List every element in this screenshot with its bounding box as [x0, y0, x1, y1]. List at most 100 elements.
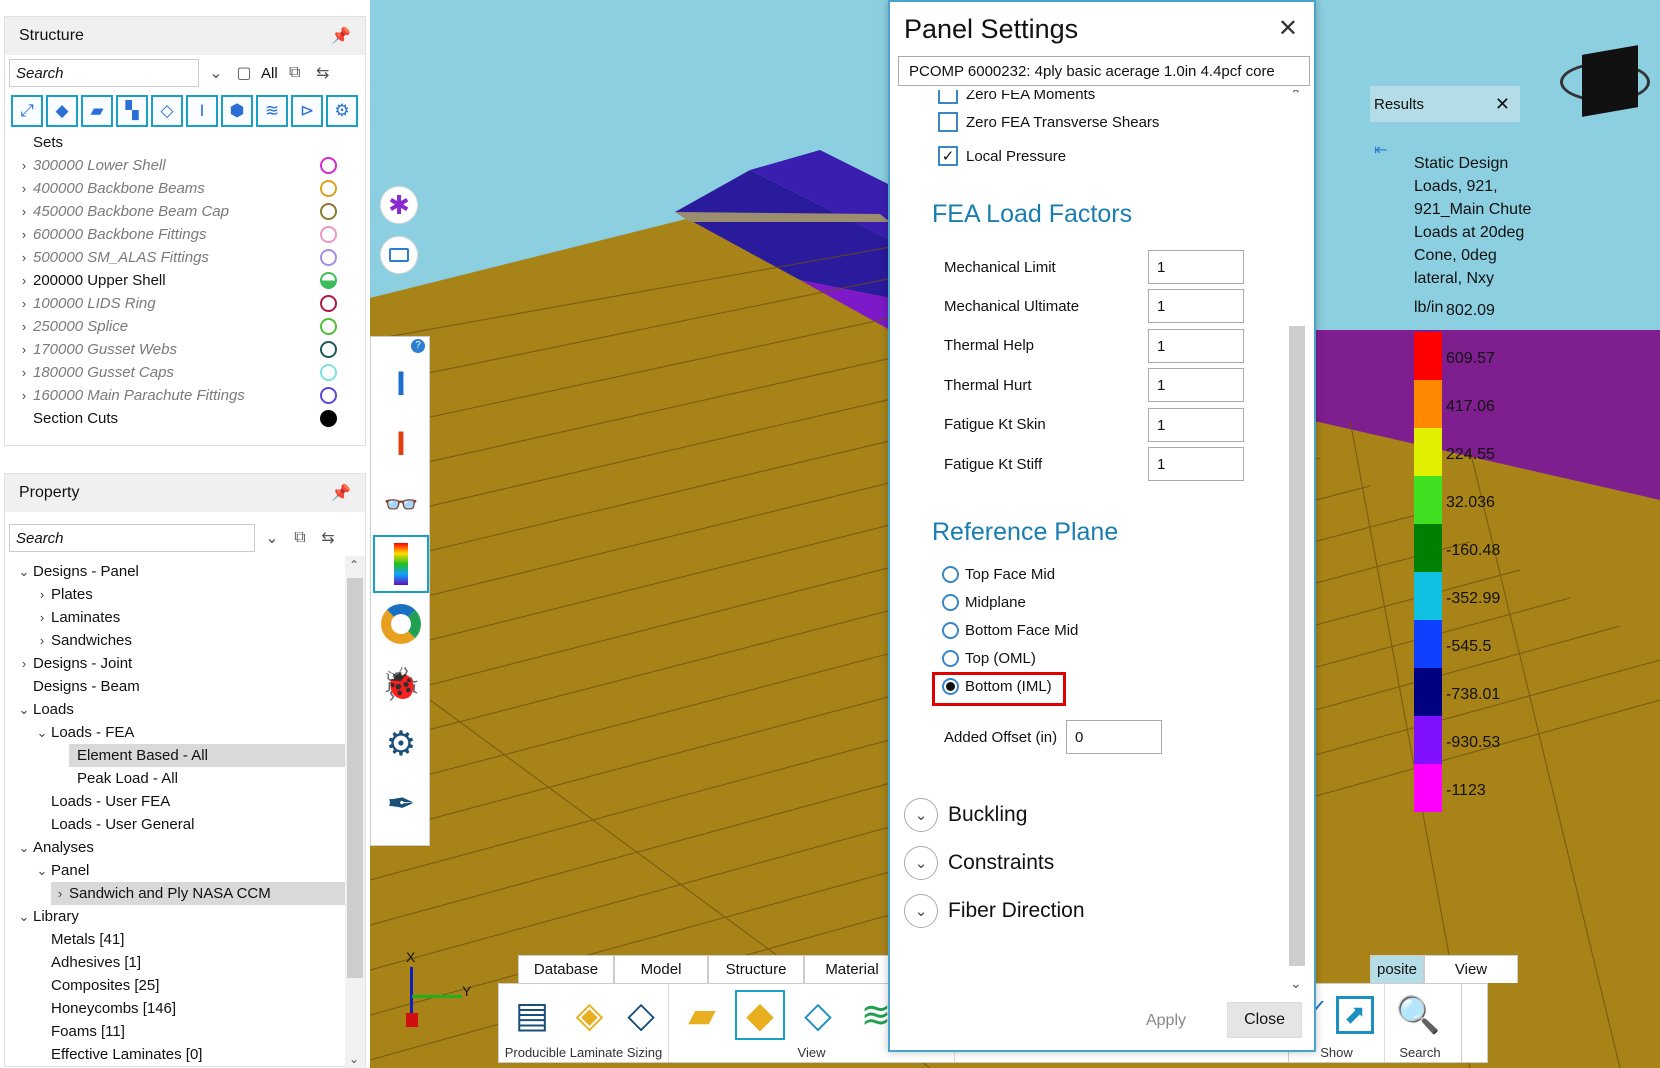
set-row[interactable]: › 200000 Upper Shell — [15, 269, 365, 292]
property-search-input[interactable]: Search — [9, 524, 255, 552]
radio-button[interactable] — [942, 566, 959, 583]
load-factor-input[interactable]: 1 — [1148, 447, 1244, 481]
tree-loads-user-general[interactable]: Loads - User General — [15, 813, 365, 836]
all-filter-label[interactable]: All — [261, 65, 278, 82]
radio-button[interactable] — [942, 650, 959, 667]
scroll-down-icon[interactable]: ⌄ — [349, 1052, 359, 1066]
chevron-down-icon[interactable]: ⌄ — [904, 894, 938, 928]
chevron-down-icon[interactable]: ⌄ — [261, 528, 283, 548]
rectangle-select-icon[interactable] — [380, 236, 418, 274]
sets-root[interactable]: Sets — [15, 131, 365, 154]
reference-plane-option[interactable]: Midplane — [942, 594, 1026, 611]
tree-loads[interactable]: ⌄ Loads — [15, 698, 365, 721]
layers-tool-icon[interactable]: ≋ — [256, 95, 288, 127]
scroll-up-icon[interactable]: ⌃ — [349, 558, 359, 572]
cube-filter-icon[interactable]: ▢ — [233, 63, 255, 83]
tree-adhesives[interactable]: Adhesives [1] — [15, 951, 365, 974]
chevron-right-icon[interactable]: › — [15, 365, 33, 380]
chevron-right-icon[interactable]: › — [15, 204, 33, 219]
set-row[interactable]: › 300000 Lower Shell — [15, 154, 365, 177]
tree-sandwiches[interactable]: › Sandwiches — [15, 629, 365, 652]
set-row[interactable]: › 100000 LIDS Ring — [15, 292, 365, 315]
scroll-down-icon[interactable]: ⌄ — [1290, 975, 1302, 990]
load-factor-input[interactable]: 1 — [1148, 407, 1244, 442]
dialog-scroll-thumb[interactable] — [1289, 326, 1305, 966]
chevron-right-icon[interactable]: › — [15, 296, 33, 311]
set-color-icon[interactable] — [320, 203, 337, 220]
set-row[interactable]: › 600000 Backbone Fittings — [15, 223, 365, 246]
collapsed-section[interactable]: ⌄ Buckling — [904, 798, 1027, 832]
tree-element-based-all[interactable]: Element Based - All — [69, 744, 345, 767]
checkbox-row[interactable]: Zero FEA Moments — [938, 90, 1095, 104]
checkbox[interactable] — [938, 112, 958, 132]
ribbon-tab[interactable]: Database — [518, 955, 614, 983]
set-row[interactable]: › 500000 SM_ALAS Fittings — [15, 246, 365, 269]
set-color-icon[interactable] — [320, 226, 337, 243]
set-row[interactable]: › 400000 Backbone Beams — [15, 177, 365, 200]
set-color-icon[interactable] — [320, 387, 337, 404]
checkbox[interactable] — [938, 90, 958, 104]
tree-loads-fea[interactable]: ⌄ Loads - FEA — [15, 721, 365, 744]
section-cuts-row[interactable]: Section Cuts — [15, 407, 365, 430]
reference-plane-option[interactable]: Bottom Face Mid — [942, 622, 1078, 639]
ribbon-tab[interactable]: Structure — [708, 955, 804, 983]
set-color-icon[interactable] — [320, 249, 337, 266]
tree-panel[interactable]: ⌄ Panel — [15, 859, 365, 882]
ribbon-tab[interactable]: View — [1424, 955, 1518, 983]
chevron-down-icon[interactable]: ⌄ — [904, 798, 938, 832]
radio-button[interactable] — [942, 622, 959, 639]
asterisk-tool-icon[interactable]: ✱ — [380, 186, 418, 224]
laminate-sizing-icon[interactable]: ▤ — [507, 990, 557, 1040]
search-icon[interactable]: 🔍 — [1393, 990, 1443, 1040]
tree-analyses[interactable]: ⌄ Analyses — [15, 836, 365, 859]
help-icon[interactable]: ? — [411, 339, 425, 353]
color-contour-icon[interactable] — [373, 535, 429, 593]
set-row[interactable]: › 170000 Gusset Webs — [15, 338, 365, 361]
chevron-right-icon[interactable]: › — [15, 158, 33, 173]
property-scrollbar[interactable]: ⌃ ⌄ — [345, 556, 365, 1068]
pin-icon[interactable]: 📌 — [331, 483, 351, 503]
chevron-right-icon[interactable]: › — [15, 181, 33, 196]
wireframe-plate-icon[interactable]: ◇ — [793, 990, 843, 1040]
load-factor-input[interactable]: 1 — [1148, 328, 1244, 363]
sync-icon[interactable]: ⇆ — [312, 63, 334, 83]
node-tool-icon[interactable]: ⤢ — [11, 95, 43, 127]
tree-foams[interactable]: Foams [11] — [15, 1020, 365, 1043]
chevron-right-icon[interactable]: › — [15, 342, 33, 357]
element-tool-icon[interactable]: ⬢ — [221, 95, 253, 127]
pen-icon[interactable]: ✒ — [373, 775, 429, 833]
added-offset-input[interactable]: 0 — [1066, 720, 1162, 754]
chevron-down-icon[interactable]: ⌄ — [904, 846, 938, 880]
set-color-icon[interactable] — [320, 180, 337, 197]
chevron-right-icon[interactable]: › — [15, 227, 33, 242]
plate-view-icon[interactable]: ◆ — [735, 990, 785, 1040]
checkbox-row[interactable]: ✓ Local Pressure — [938, 146, 1066, 166]
set-row[interactable]: › 180000 Gusset Caps — [15, 361, 365, 384]
export-icon[interactable]: ⬈ — [1334, 990, 1376, 1040]
ribbon-tab[interactable]: Model — [614, 955, 708, 983]
close-icon[interactable]: ✕ — [1495, 94, 1510, 115]
view-cube-icon[interactable] — [1560, 44, 1650, 124]
model-viewport[interactable]: ✱ ? I I 👓 🐞 ⚙ ✒ X Y Results ✕ ⇤ Static D… — [370, 0, 1660, 1068]
ribbon-tab[interactable]: Material — [804, 955, 900, 983]
collapsed-section[interactable]: ⌄ Constraints — [904, 846, 1054, 880]
tree-library[interactable]: ⌄ Library — [15, 905, 365, 928]
set-color-icon[interactable] — [320, 364, 337, 381]
set-row[interactable]: › 450000 Backbone Beam Cap — [15, 200, 365, 223]
set-color-icon[interactable] — [320, 341, 337, 358]
ribbon-tab[interactable]: posite — [1370, 955, 1424, 983]
set-row[interactable]: › 250000 Splice — [15, 315, 365, 338]
joint-tool-icon[interactable]: ▚ — [116, 95, 148, 127]
chevron-right-icon[interactable]: › — [15, 273, 33, 288]
radio-button[interactable] — [942, 594, 959, 611]
checkbox[interactable]: ✓ — [938, 146, 958, 166]
section-cuts-color-icon[interactable] — [320, 410, 337, 427]
load-factor-input[interactable]: 1 — [1148, 289, 1244, 324]
ply-outline-icon[interactable]: ◇ — [622, 990, 660, 1040]
tree-metals[interactable]: Metals [41] — [15, 928, 365, 951]
orientation-tool-icon[interactable]: ⊳ — [291, 95, 323, 127]
tree-plates[interactable]: › Plates — [15, 583, 365, 606]
panel-tool-icon[interactable]: ◇ — [151, 95, 183, 127]
chevron-down-icon[interactable]: ⌄ — [205, 63, 227, 83]
chevron-right-icon[interactable]: › — [15, 388, 33, 403]
